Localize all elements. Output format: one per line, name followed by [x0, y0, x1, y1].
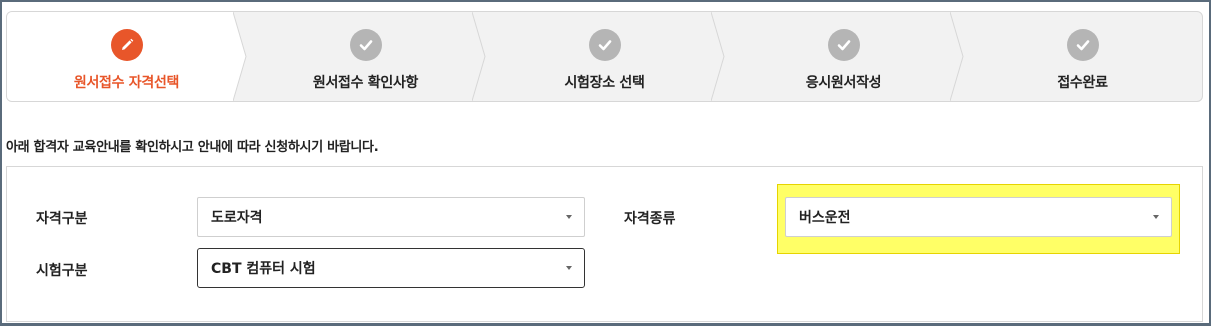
pencil-icon [121, 38, 133, 50]
step-3-label: 시험장소 선택 [564, 75, 645, 91]
step-separator [711, 12, 725, 101]
step-1-label: 원서접수 자격선택 [73, 75, 180, 91]
step-3-badge [588, 29, 621, 61]
step-separator [472, 12, 486, 101]
qualification-category-value: 도로자격 [211, 210, 263, 226]
exam-category-select[interactable]: CBT 컴퓨터 시험 [197, 248, 585, 288]
exam-category-label: 시험구분 [36, 263, 88, 279]
qualification-type-select[interactable]: 버스운전 [785, 197, 1172, 237]
qualification-type-label: 자격종류 [624, 211, 676, 227]
exam-category-value: CBT 컴퓨터 시험 [211, 261, 316, 277]
check-icon [1076, 40, 1089, 51]
step-4-badge [827, 29, 860, 61]
step-progress-bar: 원서접수 자격선택 원서접수 확인사항 시험장소 선택 응시원서작성 접수완료 [6, 11, 1203, 102]
step-qualification-select[interactable]: 원서접수 자격선택 [7, 12, 247, 101]
chevron-down-icon [566, 215, 572, 219]
check-icon [359, 40, 372, 51]
check-icon [598, 40, 611, 51]
step-5-label: 접수완료 [1057, 75, 1108, 91]
chevron-down-icon [1153, 215, 1159, 219]
step-exam-location[interactable]: 시험장소 선택 [485, 12, 725, 101]
notice-text: 아래 합격자 교육안내를 확인하시고 안내에 따라 신청하시기 바랍니다. [6, 140, 379, 155]
qualification-type-value: 버스운전 [799, 210, 851, 226]
step-separator [950, 12, 964, 101]
step-confirm-items[interactable]: 원서접수 확인사항 [246, 12, 486, 101]
chevron-down-icon [566, 266, 572, 270]
step-5-badge [1066, 29, 1099, 61]
step-1-badge [110, 29, 143, 61]
check-icon [837, 40, 850, 51]
step-application-form[interactable]: 응시원서작성 [724, 12, 964, 101]
qualification-category-label: 자격구분 [36, 211, 88, 227]
step-2-badge [349, 29, 382, 61]
step-separator [233, 12, 247, 101]
step-4-label: 응시원서작성 [805, 75, 882, 91]
step-complete[interactable]: 접수완료 [963, 12, 1202, 101]
qualification-category-select[interactable]: 도로자격 [197, 197, 585, 237]
step-2-label: 원서접수 확인사항 [312, 75, 419, 91]
